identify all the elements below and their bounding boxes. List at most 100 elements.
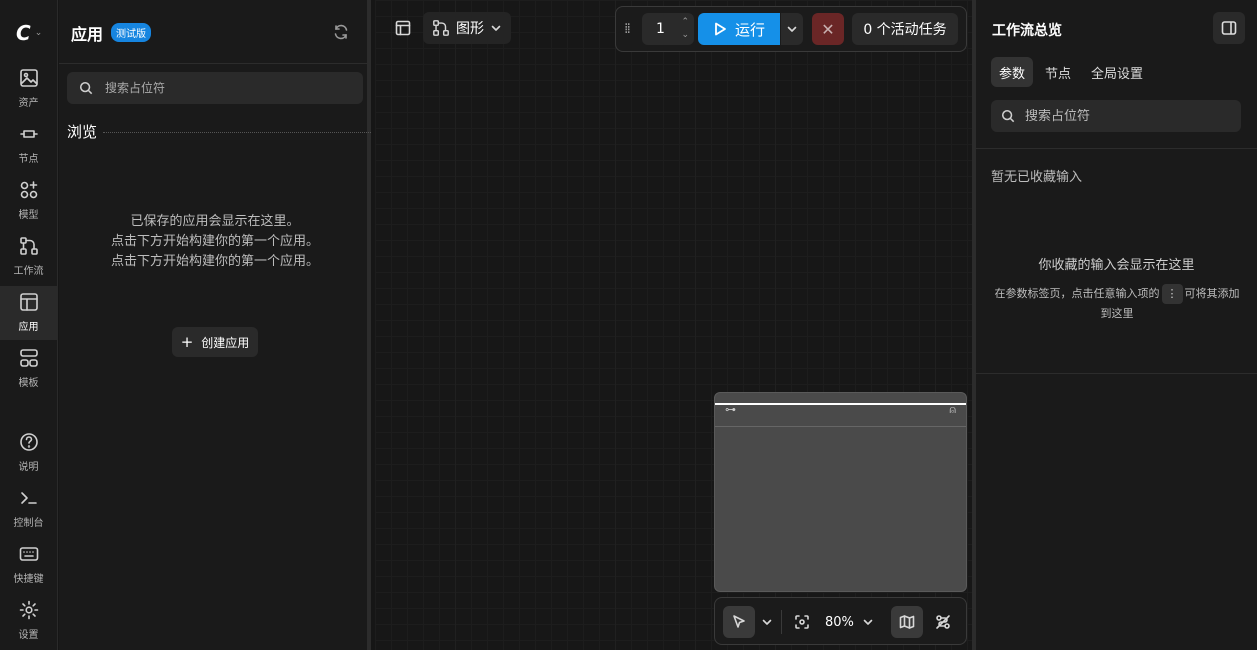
- close-icon: ✕: [821, 19, 835, 39]
- create-app-button[interactable]: + 创建应用: [172, 327, 258, 357]
- panel-title: 工作流总览: [992, 23, 1062, 39]
- map-icon: [899, 615, 915, 629]
- empty-state-text: 已保存的应用会显示在这里。 点击下方开始构建你的第一个应用。 点击下方开始构建你…: [109, 212, 321, 272]
- unlink-icon: [936, 615, 950, 629]
- search-icon: [1001, 109, 1015, 123]
- sidebar-icon: [1221, 21, 1237, 35]
- toggle-links-button[interactable]: [929, 606, 957, 638]
- run-label: 运行: [734, 20, 765, 39]
- rail-item-label: 模型: [18, 210, 39, 221]
- stepper-arrows-icon[interactable]: ⌃ ⌄: [681, 16, 689, 42]
- favorites-empty-title: 你收藏的输入会显示在这里: [1038, 258, 1195, 273]
- node-icon: ⊶: [725, 403, 736, 416]
- rail-item-label: 工作流: [13, 266, 44, 277]
- tab-parameters[interactable]: 参数: [991, 57, 1034, 87]
- chevron-down-icon: [491, 25, 501, 31]
- chevron-down-icon: [863, 619, 873, 625]
- canvas-controls: 80%: [714, 597, 967, 645]
- rail-item-label: 设置: [18, 630, 39, 641]
- grid-line: [455, 0, 456, 650]
- logo-icon: C: [16, 21, 31, 45]
- run-toolbar: ⁞⁞ 1 ⌃ ⌄ 运行 ✕ 0 个活动任务: [615, 6, 967, 52]
- rail-item-nodes[interactable]: 节点: [0, 118, 57, 172]
- minimap-viewport-edge: [715, 403, 966, 405]
- cursor-icon: [733, 615, 745, 628]
- batch-count-stepper[interactable]: 1 ⌃ ⌄: [642, 13, 694, 45]
- rail-item-label: 节点: [18, 154, 39, 165]
- search-icon: [79, 81, 93, 95]
- tab-nodes[interactable]: 节点: [1037, 57, 1079, 87]
- terminal-icon: [20, 492, 37, 504]
- fit-view-button[interactable]: [789, 606, 815, 638]
- models-icon: [20, 181, 37, 199]
- toggle-panel-button[interactable]: [1213, 12, 1245, 44]
- rail-item-settings[interactable]: 设置: [0, 594, 57, 648]
- rail-item-label: 控制台: [13, 518, 44, 529]
- hint-text: 在参数标签页，点击任意输入项的: [994, 287, 1160, 300]
- browse-section: 浏览: [67, 121, 371, 142]
- drag-handle-icon[interactable]: ⁞⁞: [624, 21, 631, 37]
- chevron-down-icon: [762, 619, 772, 625]
- rail-item-help[interactable]: 说明: [0, 426, 57, 480]
- rail-item-models[interactable]: 模型: [0, 174, 57, 228]
- active-jobs-label: 0 个活动任务: [863, 22, 947, 38]
- chevron-down-icon: ⌄: [34, 28, 43, 38]
- refresh-button[interactable]: [333, 24, 349, 40]
- apps-panel: 应用 测试版 浏览 已保存的应用会显示在这里。 点击下方开始构建你的第一个应用。…: [59, 0, 371, 650]
- divider: [976, 148, 1257, 149]
- layout-icon: [395, 20, 411, 36]
- app-layout-icon: [19, 293, 38, 311]
- tool-dropdown[interactable]: [759, 606, 775, 638]
- apps-search-input[interactable]: [105, 81, 345, 95]
- create-app-label: 创建应用: [201, 335, 250, 350]
- toggle-layout-button[interactable]: [389, 14, 417, 42]
- workflow-overview-panel: 工作流总览 参数 节点 全局设置 暂无已收藏输入 你收藏的输入会显示在这里 在参…: [972, 0, 1257, 650]
- grid-line: [615, 0, 616, 650]
- rail-item-apps[interactable]: 应用: [0, 286, 57, 340]
- favorites-empty-hint: 在参数标签页，点击任意输入项的 ⋮ 可将其添加到这里: [992, 284, 1242, 324]
- grid-line: [695, 0, 696, 650]
- rail-item-console[interactable]: 控制台: [0, 482, 57, 536]
- tab-bar: 参数 节点 全局设置: [991, 57, 1151, 87]
- empty-line: 已保存的应用会显示在这里。: [130, 214, 300, 229]
- zoom-level: 80%: [825, 614, 854, 630]
- apps-header: 应用 测试版: [59, 0, 367, 64]
- zoom-dropdown[interactable]: 80%: [825, 606, 874, 638]
- batch-count-value: 1: [656, 21, 665, 37]
- tab-global-settings[interactable]: 全局设置: [1083, 57, 1151, 87]
- no-favorites-label: 暂无已收藏输入: [991, 170, 1083, 185]
- templates-icon: [19, 349, 38, 367]
- rail-item-workflows[interactable]: 工作流: [0, 230, 57, 284]
- empty-line: 点击下方开始构建你的第一个应用。: [110, 234, 319, 249]
- view-mode-label: 图形: [456, 21, 484, 37]
- rail-item-label: 应用: [18, 322, 39, 333]
- empty-line: 点击下方开始构建你的第一个应用。: [110, 254, 319, 269]
- beta-badge: 测试版: [111, 23, 151, 42]
- run-button[interactable]: 运行: [698, 13, 780, 45]
- active-jobs-button[interactable]: 0 个活动任务: [852, 13, 958, 45]
- app-window: C ⌄ 资产 节点 模型 工作流 应用 模板 说明 控制台 快捷键 设置 应用 …: [0, 0, 1257, 650]
- minimap[interactable]: ⊶ ⍝: [714, 392, 967, 592]
- graph-canvas[interactable]: 图形 ⁞⁞ 1 ⌃ ⌄ 运行 ✕ 0 个活动任务 ⊶ ⍝ 80%: [375, 0, 972, 650]
- rail-item-templates[interactable]: 模板: [0, 342, 57, 396]
- parameters-search-input[interactable]: [1025, 108, 1225, 124]
- apps-search: [67, 72, 363, 104]
- cancel-run-button[interactable]: ✕: [812, 13, 844, 45]
- pointer-tool-button[interactable]: [723, 606, 755, 638]
- rail-item-assets[interactable]: 资产: [0, 62, 57, 116]
- rail-item-label: 资产: [18, 98, 39, 109]
- user-icon: ⍝: [949, 403, 956, 416]
- plus-icon: +: [180, 333, 194, 351]
- gear-icon: [19, 600, 38, 620]
- toggle-minimap-button[interactable]: [891, 606, 923, 638]
- minimap-viewport: ⊶ ⍝: [715, 393, 966, 427]
- logo-menu[interactable]: C ⌄: [16, 20, 52, 46]
- run-options-dropdown[interactable]: [781, 13, 803, 45]
- rail-item-shortcuts[interactable]: 快捷键: [0, 538, 57, 592]
- keyboard-icon: [19, 547, 38, 561]
- view-mode-dropdown[interactable]: 图形: [423, 12, 511, 44]
- browse-heading: 浏览: [67, 123, 98, 141]
- icon-rail: C ⌄ 资产 节点 模型 工作流 应用 模板 说明 控制台 快捷键 设置: [0, 0, 58, 650]
- divider: [103, 132, 371, 133]
- parameters-search: [991, 100, 1241, 132]
